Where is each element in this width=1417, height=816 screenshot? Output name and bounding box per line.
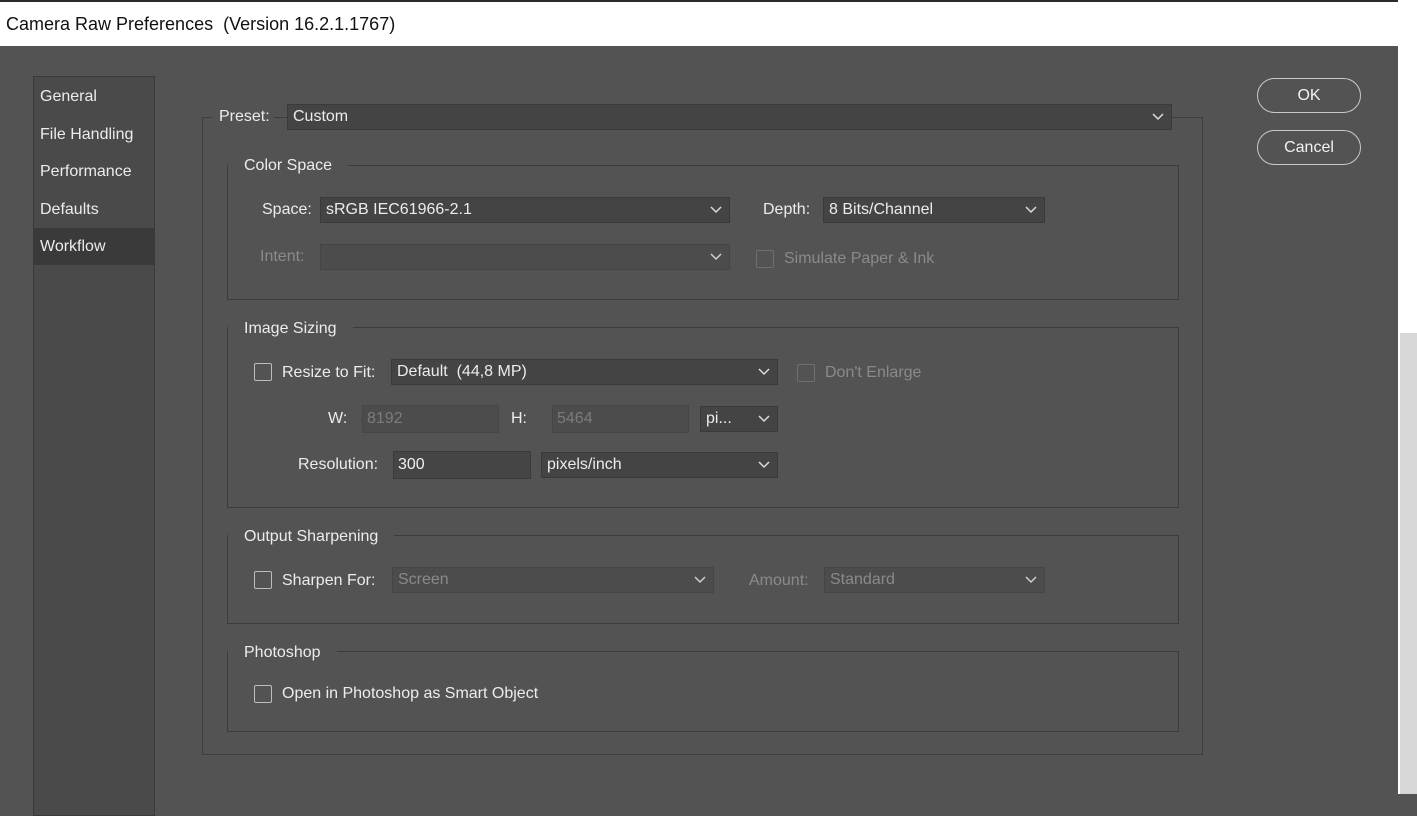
cancel-button[interactable]: Cancel (1257, 130, 1361, 165)
size-unit-value: pi... (706, 410, 732, 427)
sidebar-item-defaults[interactable]: Defaults (34, 191, 154, 228)
ok-button[interactable]: OK (1257, 78, 1361, 113)
sharpen-for-value: Screen (398, 571, 449, 588)
space-dropdown[interactable]: sRGB IEC61966-2.1 (320, 197, 730, 223)
space-label: Space: (262, 201, 312, 218)
resize-to-fit-dropdown[interactable]: Default (44,8 MP) (391, 359, 778, 385)
sidebar-item-workflow[interactable]: Workflow (34, 228, 154, 265)
preferences-sidebar: General File Handling Performance Defaul… (33, 76, 155, 816)
resize-to-fit-checkbox[interactable] (254, 363, 272, 381)
resolution-unit-value: pixels/inch (547, 456, 622, 473)
background-scrollbar[interactable] (1400, 333, 1417, 794)
preset-value: Custom (293, 108, 349, 125)
smart-object-checkbox[interactable] (254, 685, 272, 703)
width-label: W: (328, 410, 348, 427)
height-label: H: (511, 410, 527, 427)
depth-value: 8 Bits/Channel (829, 201, 934, 218)
amount-value: Standard (830, 571, 895, 588)
depth-label: Depth: (763, 201, 811, 218)
dont-enlarge-checkbox[interactable] (797, 364, 815, 382)
chevron-down-icon (710, 253, 722, 261)
image-sizing-title: Image Sizing (228, 320, 353, 338)
height-input[interactable]: 5464 (552, 405, 689, 433)
sharpen-for-checkbox[interactable] (254, 571, 272, 589)
sidebar-item-general[interactable]: General (34, 78, 154, 115)
sidebar-item-performance[interactable]: Performance (34, 153, 154, 190)
smart-object-label: Open in Photoshop as Smart Object (282, 685, 539, 702)
color-space-group (227, 165, 1179, 300)
chevron-down-icon (1025, 576, 1037, 584)
size-unit-dropdown[interactable]: pi... (700, 406, 778, 432)
chevron-down-icon (1025, 206, 1037, 214)
chevron-down-icon (758, 415, 770, 423)
window-title: Camera Raw Preferences (Version 16.2.1.1… (6, 14, 396, 34)
preset-dropdown[interactable]: Custom (287, 104, 1172, 130)
color-space-title: Color Space (228, 157, 349, 175)
output-sharpening-title: Output Sharpening (228, 528, 395, 546)
amount-label: Amount: (749, 572, 809, 589)
sharpen-for-label: Sharpen For: (282, 572, 376, 589)
resolution-label: Resolution: (298, 456, 379, 473)
resize-to-fit-value: Default (44,8 MP) (397, 363, 527, 380)
simulate-paper-ink-checkbox[interactable] (756, 250, 774, 268)
resolution-unit-dropdown[interactable]: pixels/inch (541, 452, 778, 478)
simulate-paper-ink-label: Simulate Paper & Ink (784, 250, 935, 267)
dont-enlarge-label: Don't Enlarge (825, 364, 922, 381)
chevron-down-icon (758, 368, 770, 376)
intent-dropdown[interactable] (320, 244, 730, 270)
width-input[interactable]: 8192 (362, 405, 499, 433)
sidebar-item-file-handling[interactable]: File Handling (34, 116, 154, 153)
chevron-down-icon (758, 461, 770, 469)
preset-label: Preset: (212, 104, 274, 130)
space-value: sRGB IEC61966-2.1 (326, 201, 472, 218)
amount-dropdown[interactable]: Standard (824, 567, 1045, 593)
title-bar: Camera Raw Preferences (Version 16.2.1.1… (0, 0, 1398, 46)
chevron-down-icon (710, 206, 722, 214)
photoshop-title: Photoshop (228, 644, 337, 662)
resolution-input[interactable]: 300 (393, 451, 531, 479)
sharpen-for-dropdown[interactable]: Screen (392, 567, 714, 593)
chevron-down-icon (1152, 113, 1164, 121)
depth-dropdown[interactable]: 8 Bits/Channel (823, 197, 1045, 223)
chevron-down-icon (694, 576, 706, 584)
intent-label: Intent: (260, 248, 305, 265)
resize-to-fit-label: Resize to Fit: (282, 364, 376, 381)
